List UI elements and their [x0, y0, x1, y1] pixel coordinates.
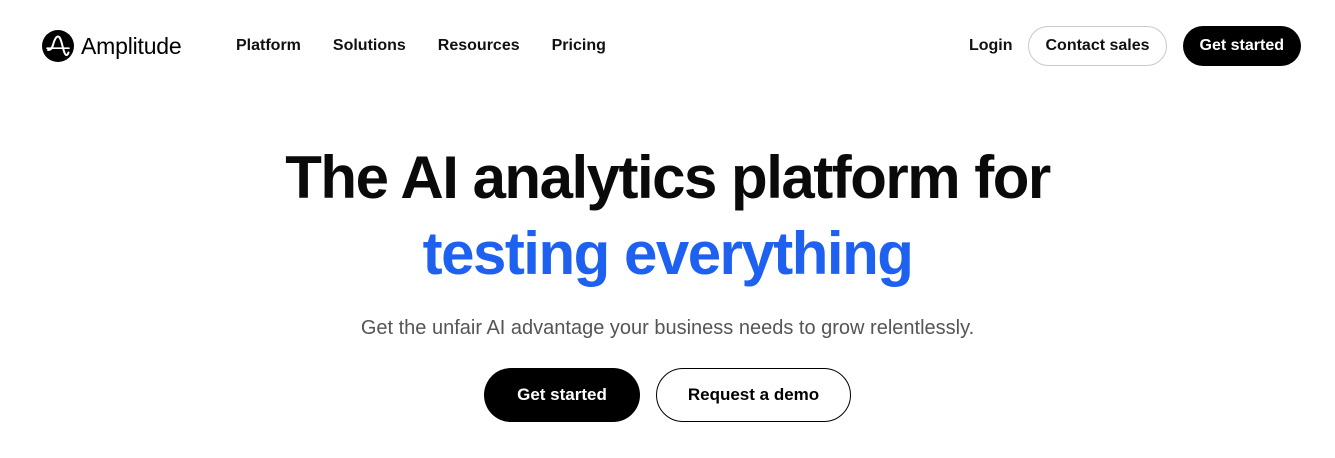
hero-get-started-button[interactable]: Get started [484, 368, 640, 422]
brand-name: Amplitude [81, 33, 182, 59]
header-actions: Login Contact sales Get started [969, 26, 1301, 66]
main-nav: Platform Solutions Resources Pricing [236, 36, 606, 56]
brand-logo-link[interactable]: Amplitude [42, 30, 182, 62]
hero-subtitle: Get the unfair AI advantage your busines… [360, 317, 975, 339]
site-header: Amplitude Platform Solutions Resources P… [0, 0, 1335, 92]
hero-section: The AI analytics platform for testing ev… [0, 140, 1335, 422]
nav-item-resources[interactable]: Resources [438, 36, 520, 56]
header-get-started-button[interactable]: Get started [1182, 26, 1301, 66]
request-demo-button[interactable]: Request a demo [656, 368, 851, 422]
hero-headline: The AI analytics platform for testing ev… [0, 140, 1335, 292]
amplitude-logo-icon [42, 30, 74, 62]
hero-cta-row: Get started Request a demo [0, 368, 1335, 422]
contact-sales-button[interactable]: Contact sales [1028, 26, 1167, 66]
hero-headline-accent: testing everything [422, 220, 914, 287]
login-link[interactable]: Login [969, 37, 1013, 55]
nav-item-platform[interactable]: Platform [236, 36, 301, 56]
nav-item-pricing[interactable]: Pricing [552, 36, 606, 56]
nav-item-solutions[interactable]: Solutions [333, 36, 406, 56]
page: Amplitude Platform Solutions Resources P… [0, 0, 1335, 458]
hero-headline-line1: The AI analytics platform for [285, 144, 1051, 211]
